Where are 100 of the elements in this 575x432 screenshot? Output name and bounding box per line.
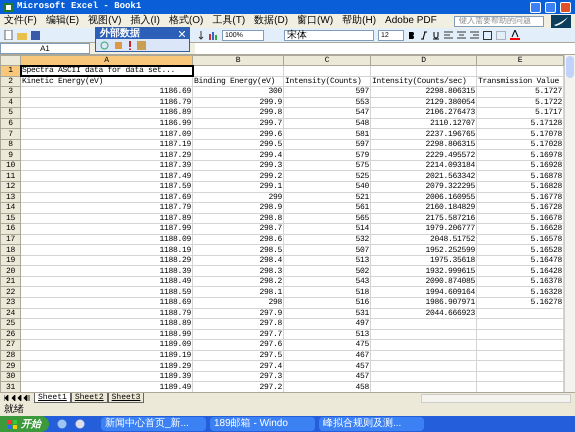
row-header[interactable]: 16 (0, 224, 20, 234)
column-header[interactable]: C (284, 56, 370, 66)
row-header[interactable]: 20 (0, 266, 20, 276)
table-cell: 298.8 (259, 214, 282, 223)
maximize-button[interactable] (545, 2, 556, 12)
row-header[interactable]: 2 (0, 76, 20, 87)
help-search-field[interactable]: 键入需要帮助的问题 (454, 16, 544, 26)
row-header[interactable]: 12 (0, 182, 20, 192)
menu-item[interactable]: 工具(T) (212, 15, 246, 27)
table-cell: 521 (355, 192, 369, 202)
table-cell: 5.1727 (534, 87, 562, 96)
column-header[interactable]: A (20, 56, 192, 66)
start-button[interactable]: 开始 (0, 416, 49, 432)
table-cell: 5.16828 (530, 182, 562, 192)
taskbar-button[interactable]: 189邮箱 - Windo (210, 417, 315, 431)
row-header[interactable]: 7 (0, 128, 20, 140)
close-icon[interactable] (179, 30, 185, 36)
row-header[interactable]: 29 (0, 360, 20, 372)
column-header[interactable]: D (370, 56, 476, 66)
row-header[interactable]: 13 (0, 192, 20, 203)
column-header[interactable]: B (192, 56, 284, 66)
row-header[interactable]: 9 (0, 150, 20, 160)
row-header[interactable]: 27 (0, 340, 20, 350)
menu-item[interactable]: 编辑(E) (46, 15, 80, 27)
align-left-icon[interactable] (444, 30, 453, 40)
minimize-button[interactable] (530, 2, 541, 12)
table-cell: 2160.184829 (425, 203, 475, 212)
align-center-icon[interactable] (457, 30, 466, 40)
taskbar-button[interactable]: 峰拟合规则及测... (319, 417, 424, 431)
align-right-icon[interactable] (470, 30, 479, 40)
menu-item[interactable]: 插入(I) (130, 15, 160, 27)
table-cell: 543 (355, 277, 369, 286)
borders-icon[interactable] (496, 30, 506, 40)
menu-item[interactable]: Adobe PDF (385, 15, 437, 27)
menu-item[interactable]: 数据(D) (254, 15, 288, 27)
close-button[interactable] (560, 2, 571, 12)
row-header[interactable]: 24 (0, 308, 20, 319)
row-header[interactable]: 17 (0, 234, 20, 245)
row-header[interactable]: 14 (0, 202, 20, 214)
italic-icon[interactable] (420, 30, 428, 40)
tab-navigation-icon[interactable] (4, 395, 30, 401)
exclamation-icon[interactable] (128, 40, 132, 50)
table-cell: 1975.35618 (430, 256, 475, 266)
row-header[interactable]: 5 (0, 108, 20, 118)
row-header[interactable]: 31 (0, 382, 20, 392)
row-header[interactable]: 22 (0, 286, 20, 298)
table-cell: 1189.29 (159, 362, 191, 371)
table-cell: 513 (355, 330, 369, 339)
underline-icon[interactable] (432, 30, 440, 40)
row-header[interactable]: 26 (0, 329, 20, 340)
new-file-icon[interactable] (4, 30, 13, 40)
table-cell: 5.1717 (534, 108, 562, 118)
table-cell: 299.2 (259, 172, 282, 181)
table-cell: 457 (355, 372, 369, 382)
table-cell: 475 (355, 340, 369, 350)
vertical-scrollbar[interactable] (564, 55, 575, 392)
taskbar-button[interactable]: 新闻中心首页_新... (101, 417, 206, 431)
row-header[interactable]: 1 (0, 66, 20, 76)
table-cell: 1186.99 (159, 119, 191, 128)
menu-item[interactable]: 文件(F) (4, 15, 37, 27)
row-header[interactable]: 25 (0, 318, 20, 330)
row-header[interactable]: 6 (0, 118, 20, 129)
menu-item[interactable]: 格式(O) (168, 15, 204, 27)
row-header[interactable]: 18 (0, 244, 20, 256)
row-header[interactable]: 11 (0, 170, 20, 182)
column-header[interactable]: E (476, 56, 564, 66)
merge-cells-icon[interactable] (483, 30, 492, 40)
chart-icon[interactable] (208, 30, 218, 40)
sort-icon[interactable] (198, 30, 204, 40)
table-cell: 5.16578 (530, 235, 562, 244)
row-header[interactable]: 19 (0, 255, 20, 266)
row-header[interactable]: 4 (0, 97, 20, 108)
table-cell: 297.4 (259, 362, 282, 371)
sheet-tab[interactable]: Sheet1 (34, 393, 71, 403)
sheet-tab[interactable]: Sheet2 (70, 393, 108, 403)
row-header[interactable]: 23 (0, 298, 20, 308)
table-cell: 1188.89 (159, 319, 191, 328)
menu-item[interactable]: 窗口(W) (297, 15, 334, 27)
row-header[interactable]: 8 (0, 139, 20, 150)
table-cell: 1187.39 (159, 161, 191, 170)
font-color-icon[interactable] (510, 30, 520, 40)
row-header[interactable]: 15 (0, 213, 20, 224)
row-header[interactable]: 30 (0, 371, 20, 382)
table-cell: 299 (268, 192, 282, 202)
menu-item[interactable]: 视图(V) (88, 15, 122, 27)
sheet-tab[interactable]: Sheet3 (108, 393, 144, 403)
row-header[interactable]: 21 (0, 276, 20, 287)
bold-icon[interactable] (408, 30, 416, 40)
menu-item[interactable]: 帮助(H) (342, 15, 376, 27)
row-header[interactable]: 28 (0, 350, 20, 361)
table-cell: 2229.495572 (425, 150, 475, 160)
row-header[interactable]: 3 (0, 86, 20, 98)
name-box[interactable]: A1 (0, 43, 90, 54)
row-header[interactable]: 10 (0, 160, 20, 171)
formula-field[interactable] (195, 43, 575, 54)
table-cell: 575 (355, 161, 369, 170)
font-dropdown[interactable]: 宋体 (284, 30, 374, 40)
table-cell: 1187.69 (159, 192, 191, 202)
table-cell: 1188.09 (159, 235, 191, 244)
horizontal-scrollbar[interactable] (421, 394, 571, 402)
